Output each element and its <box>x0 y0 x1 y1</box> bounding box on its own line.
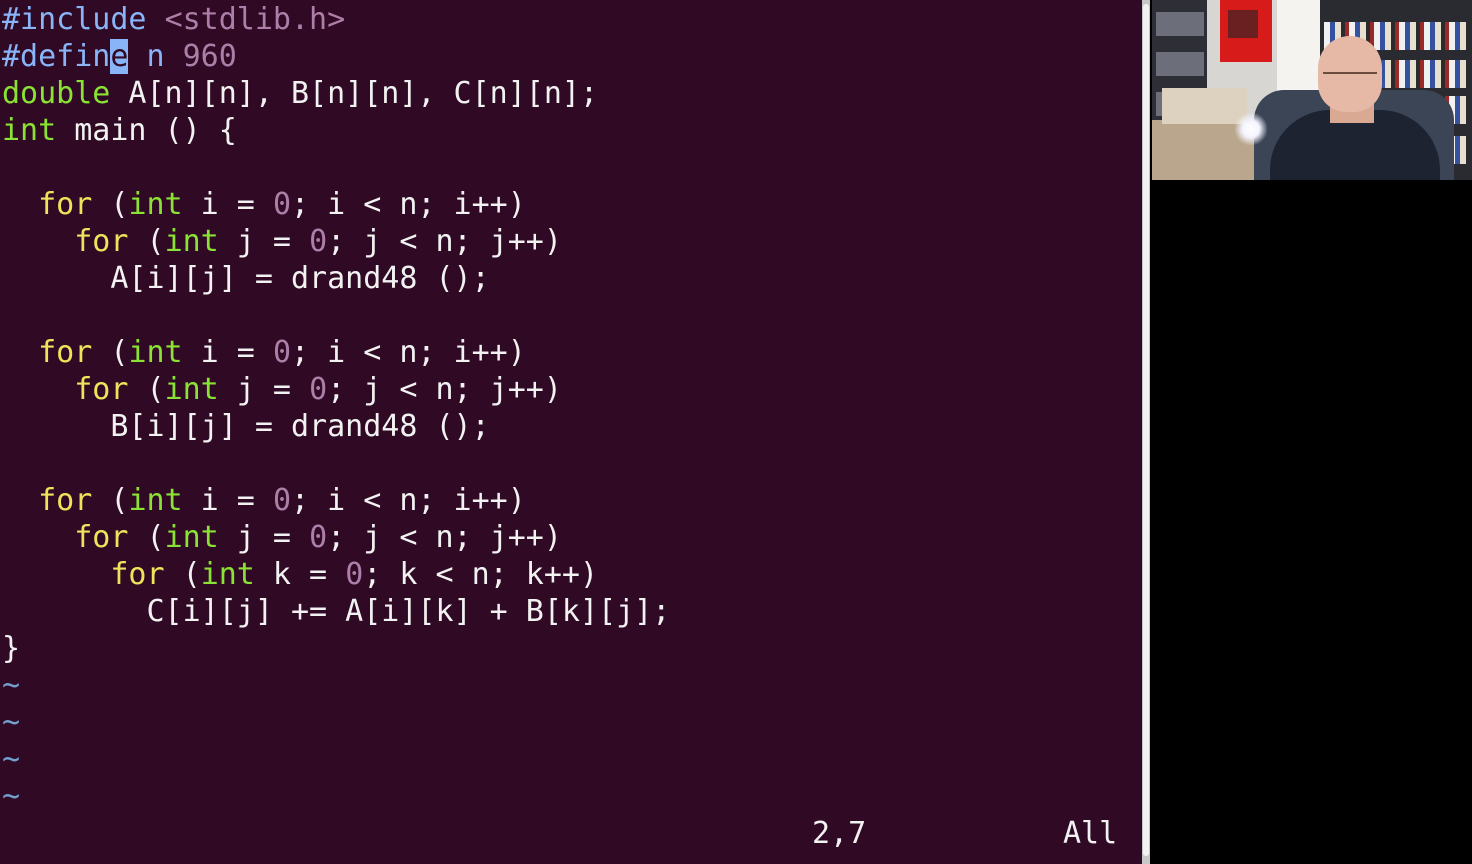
code-token: <stdlib.h> <box>164 2 346 37</box>
code-token: for <box>110 557 165 592</box>
code-token: 0 <box>309 224 328 259</box>
code-token: for <box>74 224 129 259</box>
code-token: 0 <box>309 372 328 407</box>
code-token: ; k < n; k++) <box>363 557 599 592</box>
code-token: ( <box>128 520 165 555</box>
code-line[interactable]: #define n 960 <box>2 38 237 75</box>
code-token: ( <box>128 372 165 407</box>
code-token: A[i][j] = drand48 (); <box>2 261 490 296</box>
code-token: int <box>164 224 219 259</box>
code-token: ( <box>164 557 201 592</box>
code-token: for <box>38 335 93 370</box>
code-token: i = <box>182 335 273 370</box>
code-token: for <box>38 483 93 518</box>
code-token: ( <box>128 224 165 259</box>
code-token: 0 <box>272 187 291 222</box>
editor-scrollbar[interactable] <box>1142 0 1150 864</box>
code-token: ( <box>92 187 129 222</box>
code-token: double <box>2 76 111 111</box>
code-token: 0 <box>272 335 291 370</box>
vim-editor[interactable]: #include <stdlib.h> #define n 960 double A… <box>0 0 1142 864</box>
code-token: int <box>200 557 255 592</box>
code-line[interactable]: for (int j = 0; j < n; j++) <box>2 519 562 556</box>
code-line[interactable]: ~ <box>2 778 20 815</box>
code-token: ; j < n; j++) <box>327 372 562 407</box>
code-token: } <box>2 631 21 666</box>
code-token: n <box>128 39 183 74</box>
code-line[interactable]: A[i][j] = drand48 (); <box>2 260 490 297</box>
code-token: main () { <box>56 113 237 148</box>
code-token: j = <box>218 372 310 407</box>
scrollbar-thumb[interactable] <box>1143 4 1149 856</box>
code-line[interactable]: for (int i = 0; i < n; i++) <box>2 334 526 371</box>
code-line[interactable]: double A[n][n], B[n][n], C[n][n]; <box>2 75 598 112</box>
code-token: ; i < n; i++) <box>291 187 526 222</box>
code-token: ~ <box>2 668 21 703</box>
code-token: ; i < n; i++) <box>291 335 526 370</box>
code-line[interactable]: ~ <box>2 741 20 778</box>
code-line[interactable]: #include <stdlib.h> <box>2 1 345 38</box>
text-cursor: e <box>110 39 129 74</box>
code-token: j = <box>218 520 310 555</box>
webcam-lamp-glare <box>1234 112 1268 146</box>
status-position: 2,7 <box>812 816 867 851</box>
code-line[interactable]: for (int j = 0; j < n; j++) <box>2 371 562 408</box>
code-line[interactable]: ~ <box>2 704 20 741</box>
code-line[interactable]: int main () { <box>2 112 237 149</box>
code-token: i = <box>182 187 273 222</box>
code-token: int <box>164 520 219 555</box>
code-token: ( <box>92 335 129 370</box>
code-line[interactable]: for (int i = 0; i < n; i++) <box>2 186 526 223</box>
code-token: ; j < n; j++) <box>327 224 562 259</box>
code-token: int <box>128 335 183 370</box>
code-token: ; j < n; j++) <box>327 520 562 555</box>
code-token: #defin <box>2 39 111 74</box>
code-token: k = <box>254 557 346 592</box>
status-scroll: All <box>1063 816 1118 851</box>
code-line[interactable]: C[i][j] += A[i][k] + B[k][j]; <box>2 593 670 630</box>
code-line[interactable]: B[i][j] = drand48 (); <box>2 408 490 445</box>
code-token: i = <box>182 483 273 518</box>
code-line[interactable]: for (int i = 0; i < n; i++) <box>2 482 526 519</box>
code-token: ; i < n; i++) <box>291 483 526 518</box>
code-token: for <box>74 520 129 555</box>
code-line[interactable]: } <box>2 630 20 667</box>
code-token: int <box>128 187 183 222</box>
webcam-person-glasses <box>1323 72 1377 86</box>
presenter-webcam <box>1152 0 1472 180</box>
code-token: int <box>2 113 57 148</box>
code-token: A[n][n], B[n][n], C[n][n]; <box>110 76 599 111</box>
code-token: 0 <box>309 520 328 555</box>
code-token: C[i][j] += A[i][k] + B[k][j]; <box>2 594 671 629</box>
code-line[interactable]: ~ <box>2 667 20 704</box>
code-token: for <box>38 187 93 222</box>
code-token: 0 <box>345 557 364 592</box>
code-token: ~ <box>2 705 21 740</box>
code-token: ( <box>92 483 129 518</box>
code-token: int <box>128 483 183 518</box>
code-token: 0 <box>272 483 291 518</box>
webcam-boxes <box>1162 88 1247 124</box>
code-token: ~ <box>2 742 21 777</box>
code-token: ~ <box>2 779 21 814</box>
code-token: int <box>164 372 219 407</box>
code-token: B[i][j] = drand48 (); <box>2 409 490 444</box>
code-token: #include <box>2 2 147 37</box>
code-line[interactable]: for (int k = 0; k < n; k++) <box>2 556 598 593</box>
code-token: j = <box>218 224 310 259</box>
code-line[interactable]: for (int j = 0; j < n; j++) <box>2 223 562 260</box>
code-token: for <box>74 372 129 407</box>
webcam-red-artwork <box>1220 0 1272 62</box>
code-token: 960 <box>182 39 237 74</box>
